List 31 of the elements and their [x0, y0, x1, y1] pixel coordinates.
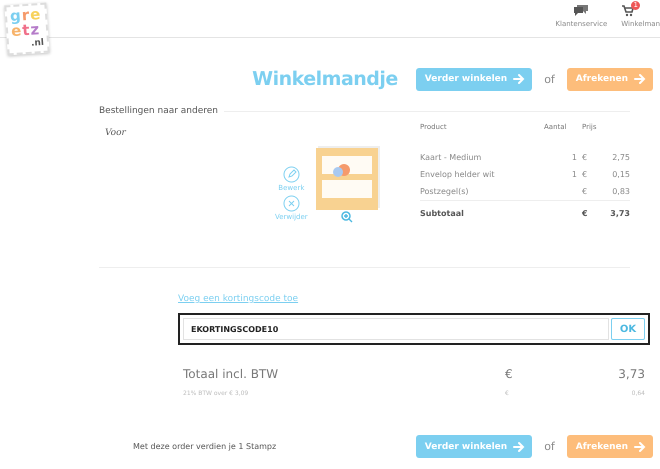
ok-button[interactable]: OK	[611, 318, 645, 340]
product-cell-text: Envelop helder wit	[420, 168, 496, 181]
stampz-note: Met deze order verdien je 1 Stampz	[133, 442, 276, 451]
product-cell: Postzegel(s)	[420, 182, 544, 201]
quantity-cell: 1	[544, 166, 582, 183]
currency-symbol: €	[582, 186, 588, 196]
quantity-cell: 1	[544, 148, 582, 166]
subtotal-amount: 3,73	[610, 209, 630, 218]
total-label: Totaal incl. BTW	[183, 367, 280, 381]
product-cell-text: Kaart - Medium	[420, 152, 482, 164]
price-cell: 2,75	[612, 152, 630, 162]
price-cell: 0,15	[612, 170, 630, 179]
logo[interactable]: gre etz .nl	[4, 2, 50, 56]
price-cell: 0,83	[612, 186, 630, 196]
total-amount: 3,73	[617, 367, 645, 381]
checkout-button[interactable]: Afrekenen	[566, 68, 653, 90]
section-heading: Bestellingen naar anderen	[99, 106, 218, 116]
continue-shopping-button[interactable]: Verder winkelen	[416, 68, 532, 90]
currency-symbol: €	[505, 367, 514, 381]
or-text: of	[544, 440, 555, 453]
page-title: Winkelmandje	[252, 68, 398, 90]
subtotal-label: Subtotaal	[420, 200, 544, 223]
recipient-label: Voor	[104, 127, 128, 140]
checkout-button[interactable]: Afrekenen	[566, 435, 653, 458]
discount-code-field[interactable]: EKORTINGSCODE10	[183, 318, 609, 340]
continue-shopping-button[interactable]: Verder winkelen	[416, 435, 532, 458]
currency-symbol: €	[582, 152, 588, 162]
currency-symbol: €	[582, 170, 588, 179]
or-text: of	[544, 72, 555, 86]
add-discount-code-link[interactable]: Voeg een kortingscode toe	[178, 294, 298, 304]
currency-symbol: €	[582, 209, 588, 218]
